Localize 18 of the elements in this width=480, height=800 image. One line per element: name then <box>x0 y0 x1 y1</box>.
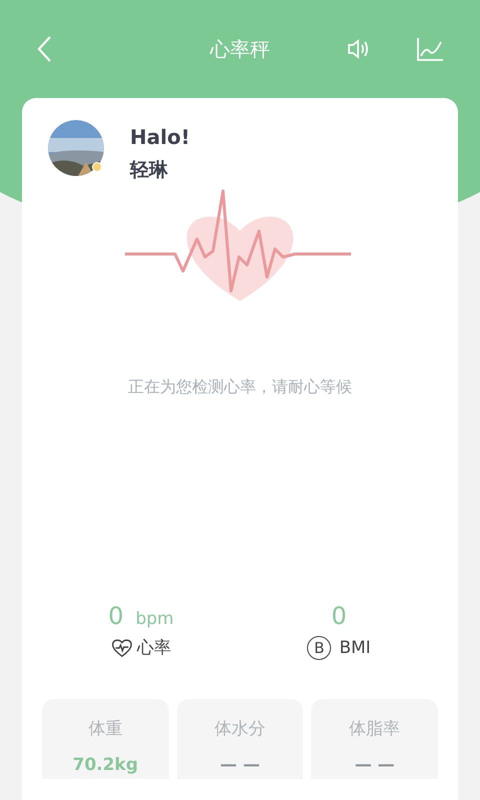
metric-value: — — <box>220 754 260 776</box>
metric-label: 体水分 <box>214 718 266 741</box>
bmi-badge: B <box>307 636 332 660</box>
heart-pulse-icon <box>111 638 133 658</box>
metric-label: 体重 <box>88 718 122 741</box>
user-name: 轻琳 <box>130 158 169 183</box>
metric-value: 70.2kg <box>72 754 138 776</box>
line-chart-icon[interactable] <box>416 36 444 62</box>
stat-label: BMI <box>339 636 371 660</box>
greeting: Halo! <box>130 124 190 151</box>
stat-label: 心率 <box>137 636 171 660</box>
metric-label: 体脂率 <box>349 718 400 741</box>
metric-value: — — <box>354 754 395 776</box>
stat-value: 0 <box>108 604 124 628</box>
status-message: 正在为您检测心率，请耐心等候 <box>127 376 353 398</box>
stat-value: 0 <box>331 604 347 628</box>
stat-unit: bpm <box>136 610 174 628</box>
page-title: 心率秤 <box>210 36 270 63</box>
